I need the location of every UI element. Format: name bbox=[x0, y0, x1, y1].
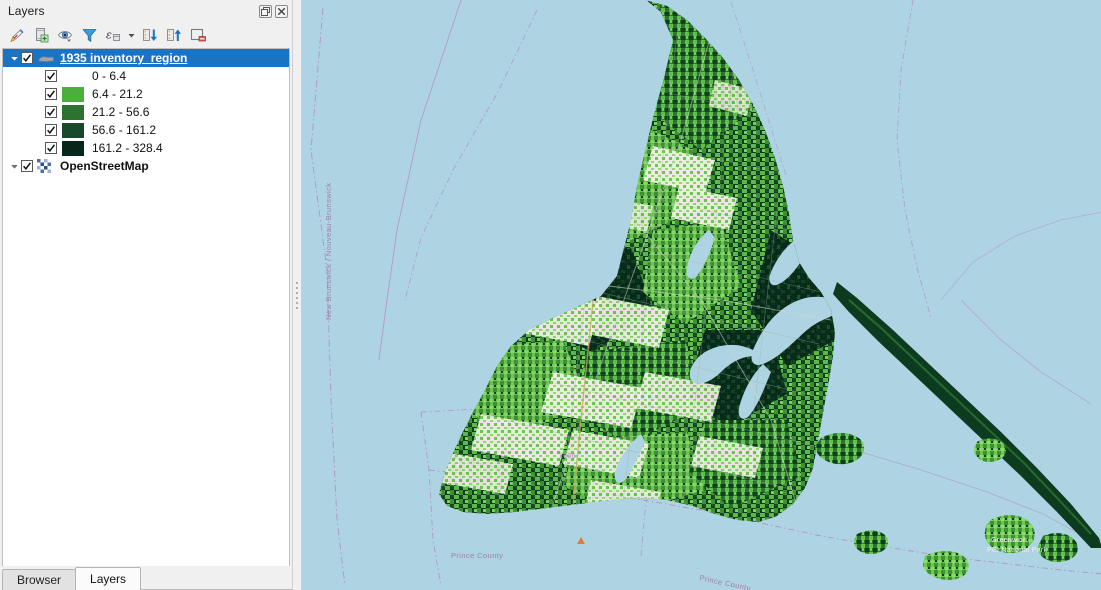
polygon-layer-icon bbox=[37, 51, 55, 65]
county-label-left: Prince County bbox=[451, 551, 503, 560]
legend-color-swatch bbox=[62, 104, 84, 120]
legend-class-label: 0 - 6.4 bbox=[92, 69, 127, 83]
panel-tabs: Browser Layers bbox=[0, 566, 292, 590]
road-number-label: 1606 bbox=[559, 453, 576, 460]
legend-color-swatch bbox=[62, 122, 84, 138]
open-layer-styling-button[interactable] bbox=[6, 24, 28, 46]
panel-titlebar-buttons bbox=[259, 4, 288, 18]
expand-all-button[interactable] bbox=[163, 24, 185, 46]
legend-color-swatch bbox=[62, 86, 84, 102]
legend-class-checkbox[interactable] bbox=[45, 70, 57, 82]
legend-class-row[interactable]: 56.6 - 161.2 bbox=[3, 121, 289, 139]
layer-tree-item-openstreetmap[interactable]: OpenStreetMap bbox=[3, 157, 289, 175]
close-panel-button[interactable] bbox=[275, 4, 288, 18]
legend-class-row[interactable]: 0 - 6.4 bbox=[3, 67, 289, 85]
tabs-filler bbox=[140, 569, 292, 590]
layers-panel-title-bar: Layers bbox=[0, 0, 292, 22]
filter-legend-button[interactable] bbox=[78, 24, 100, 46]
svg-text:ε: ε bbox=[106, 28, 112, 41]
qgis-window: Layers ε 1935 inventory_region 0 - 6.4 6… bbox=[0, 0, 1101, 590]
page-title: Layers bbox=[8, 4, 45, 18]
legend-class-label: 161.2 - 328.4 bbox=[92, 141, 163, 155]
tab-browser[interactable]: Browser bbox=[2, 569, 77, 590]
expand-collapse-icon[interactable] bbox=[7, 49, 21, 67]
legend-color-swatch bbox=[62, 69, 84, 84]
park-label-2: PEI National Park bbox=[987, 547, 1048, 554]
layer-name: 1935 inventory_region bbox=[60, 51, 188, 65]
legend-class-label: 21.2 - 56.6 bbox=[92, 105, 150, 119]
layer-tree[interactable]: 1935 inventory_region 0 - 6.4 6.4 - 21.2 bbox=[2, 48, 290, 566]
manage-layer-visibility-button[interactable] bbox=[54, 24, 76, 46]
collapse-all-button[interactable] bbox=[139, 24, 161, 46]
raster-layer-icon bbox=[37, 159, 55, 173]
legend-class-label: 56.6 - 161.2 bbox=[92, 123, 157, 137]
float-panel-button[interactable] bbox=[259, 4, 272, 18]
expand-collapse-icon[interactable] bbox=[7, 157, 21, 175]
park-label: Greenwich bbox=[991, 537, 1027, 544]
splitter-grip-icon bbox=[296, 281, 298, 309]
legend-class-row[interactable]: 21.2 - 56.6 bbox=[3, 103, 289, 121]
map-render: New Brunswick / Nouveau-Brunswick Prince… bbox=[301, 0, 1101, 590]
layer-visibility-checkbox[interactable] bbox=[21, 160, 33, 172]
layers-panel-toolbar: ε bbox=[0, 22, 292, 48]
legend-class-row[interactable]: 6.4 - 21.2 bbox=[3, 85, 289, 103]
province-label: New Brunswick / Nouveau-Brunswick bbox=[324, 183, 333, 320]
chevron-down-icon[interactable] bbox=[126, 24, 137, 46]
legend-class-checkbox[interactable] bbox=[45, 142, 57, 154]
filter-legend-expression-button[interactable]: ε bbox=[102, 24, 124, 46]
layer-tree-item-1935-inventory-region[interactable]: 1935 inventory_region bbox=[3, 49, 289, 67]
remove-layer-button[interactable] bbox=[187, 24, 209, 46]
map-canvas[interactable]: New Brunswick / Nouveau-Brunswick Prince… bbox=[301, 0, 1101, 590]
legend-class-checkbox[interactable] bbox=[45, 106, 57, 118]
legend-class-checkbox[interactable] bbox=[45, 124, 57, 136]
legend-class-row[interactable]: 161.2 - 328.4 bbox=[3, 139, 289, 157]
legend-color-swatch bbox=[62, 140, 84, 156]
legend-class-label: 6.4 - 21.2 bbox=[92, 87, 143, 101]
legend-class-checkbox[interactable] bbox=[45, 88, 57, 100]
tab-layers[interactable]: Layers bbox=[75, 567, 142, 590]
panel-splitter[interactable] bbox=[293, 0, 301, 590]
add-group-button[interactable] bbox=[30, 24, 52, 46]
layer-name: OpenStreetMap bbox=[60, 159, 149, 173]
layer-visibility-checkbox[interactable] bbox=[21, 52, 33, 64]
layers-panel: Layers ε 1935 inventory_region 0 - 6.4 6… bbox=[0, 0, 293, 590]
